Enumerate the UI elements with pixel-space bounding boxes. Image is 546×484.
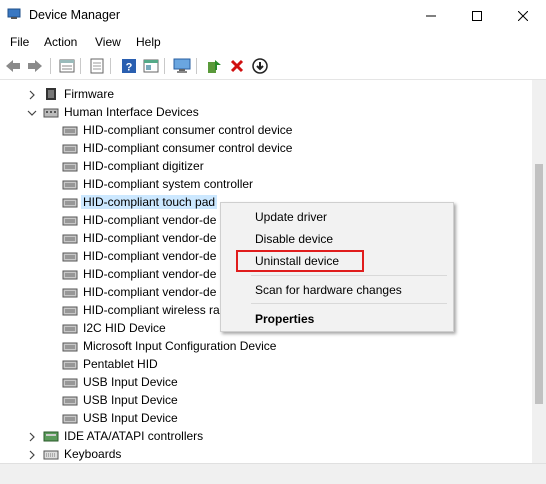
chevron-down-icon[interactable] [27,108,37,118]
tree-item-device[interactable]: USB Input Device [62,373,178,391]
tree-item-human-interface-devices[interactable]: Human Interface Devices [43,103,199,121]
hid-device-icon [62,288,78,298]
tree-item-device-selected[interactable]: HID-compliant touch pad [62,193,218,211]
chevron-right-icon[interactable] [27,432,37,442]
window-title: Device Manager [29,8,121,22]
uninstall-button[interactable] [228,57,246,75]
keyboard-icon [43,450,59,460]
tree-item-device[interactable]: HID-compliant system controller [62,175,253,193]
tree-item-device[interactable]: HID-compliant consumer control device [62,121,292,139]
annotation-highlight-box [236,250,364,272]
tree-item-firmware[interactable]: Firmware [43,85,114,103]
show-hide-button[interactable] [88,57,106,75]
maximize-button[interactable] [454,0,500,32]
tree-item-device[interactable]: Pentablet HID [62,355,158,373]
help-icon: ? [122,59,136,74]
tree-item-device[interactable]: HID-compliant vendor-de [62,247,216,265]
hid-device-icon [62,234,78,244]
help-button[interactable]: ? [120,57,138,75]
hid-device-icon [62,342,78,352]
forward-icon [28,60,42,72]
maximize-icon [472,11,482,21]
toolbar: ? [0,53,546,80]
tree-item-device[interactable]: Microsoft Input Configuration Device [62,337,276,355]
tree-item-keyboards[interactable]: Keyboards [43,445,121,463]
view-icon [143,59,159,73]
chevron-right-icon[interactable] [27,90,37,100]
menu-file[interactable]: File [10,35,29,49]
vertical-scrollbar[interactable] [532,80,546,463]
back-icon [6,60,20,72]
hid-device-icon [62,306,78,316]
tree-item-device[interactable]: HID-compliant vendor-de [62,283,216,301]
menu-item-properties[interactable]: Properties [255,312,314,326]
tree-item-device[interactable]: HID-compliant wireless ra [62,301,220,319]
minimize-button[interactable] [408,0,454,32]
update-driver-icon [208,60,221,73]
menu-help[interactable]: Help [136,35,161,49]
download-button[interactable] [251,57,269,75]
toolbar-separator [164,58,165,74]
menu-item-disable-device[interactable]: Disable device [255,232,333,246]
download-icon [252,58,268,74]
update-driver-button[interactable] [205,57,223,75]
forward-button[interactable] [26,57,44,75]
hid-category-icon [43,108,59,118]
tree-item-device[interactable]: HID-compliant vendor-de [62,229,216,247]
toolbar-separator [110,58,111,74]
tree-item-device[interactable]: USB Input Device [62,391,178,409]
menu-bar: File Action View Help [0,32,546,52]
scan-hardware-button[interactable] [173,57,191,75]
hid-device-icon [62,144,78,154]
hid-device-icon [62,162,78,172]
hid-device-icon [62,252,78,262]
svg-text:?: ? [126,62,133,74]
toolbar-separator [80,58,81,74]
toolbar-separator [196,58,197,74]
tree-item-ide-controllers[interactable]: IDE ATA/ATAPI controllers [43,427,203,445]
tree-item-device[interactable]: USB Input Device [62,409,178,427]
hid-device-icon [62,414,78,424]
title-bar: Device Manager [0,0,546,32]
uninstall-icon [230,59,244,73]
hid-device-icon [62,180,78,190]
horizontal-scrollbar[interactable] [0,463,546,484]
hid-device-icon [62,126,78,136]
close-button[interactable] [500,0,546,32]
hid-device-icon [62,324,78,334]
close-icon [518,11,528,21]
hid-device-icon [62,270,78,280]
menu-action[interactable]: Action [44,35,77,49]
ide-controller-icon [43,431,59,442]
minimize-icon [426,15,436,17]
view-button[interactable] [142,57,160,75]
tree-item-device[interactable]: HID-compliant digitizer [62,157,204,175]
hid-device-icon [62,360,78,370]
scrollbar-thumb[interactable] [535,164,543,404]
menu-separator [251,303,447,304]
properties-button[interactable] [58,57,76,75]
chevron-right-icon[interactable] [27,450,37,460]
toolbar-separator [50,58,51,74]
tree-item-device[interactable]: I2C HID Device [62,319,166,337]
menu-view[interactable]: View [95,35,121,49]
hid-device-icon [62,198,78,208]
tree-item-device[interactable]: HID-compliant vendor-de [62,211,216,229]
back-button[interactable] [4,57,22,75]
menu-separator [251,275,447,276]
chip-icon [46,88,56,100]
tree-item-device[interactable]: HID-compliant consumer control device [62,139,292,157]
hid-device-icon [62,396,78,406]
menu-item-update-driver[interactable]: Update driver [255,210,327,224]
menu-item-scan-hardware[interactable]: Scan for hardware changes [255,283,402,297]
show-hide-icon [90,58,104,74]
hid-device-icon [62,216,78,226]
properties-icon [59,59,75,73]
hid-device-icon [62,378,78,388]
scan-hardware-icon [173,58,191,73]
device-manager-icon [7,8,21,19]
tree-item-device[interactable]: HID-compliant vendor-de [62,265,216,283]
